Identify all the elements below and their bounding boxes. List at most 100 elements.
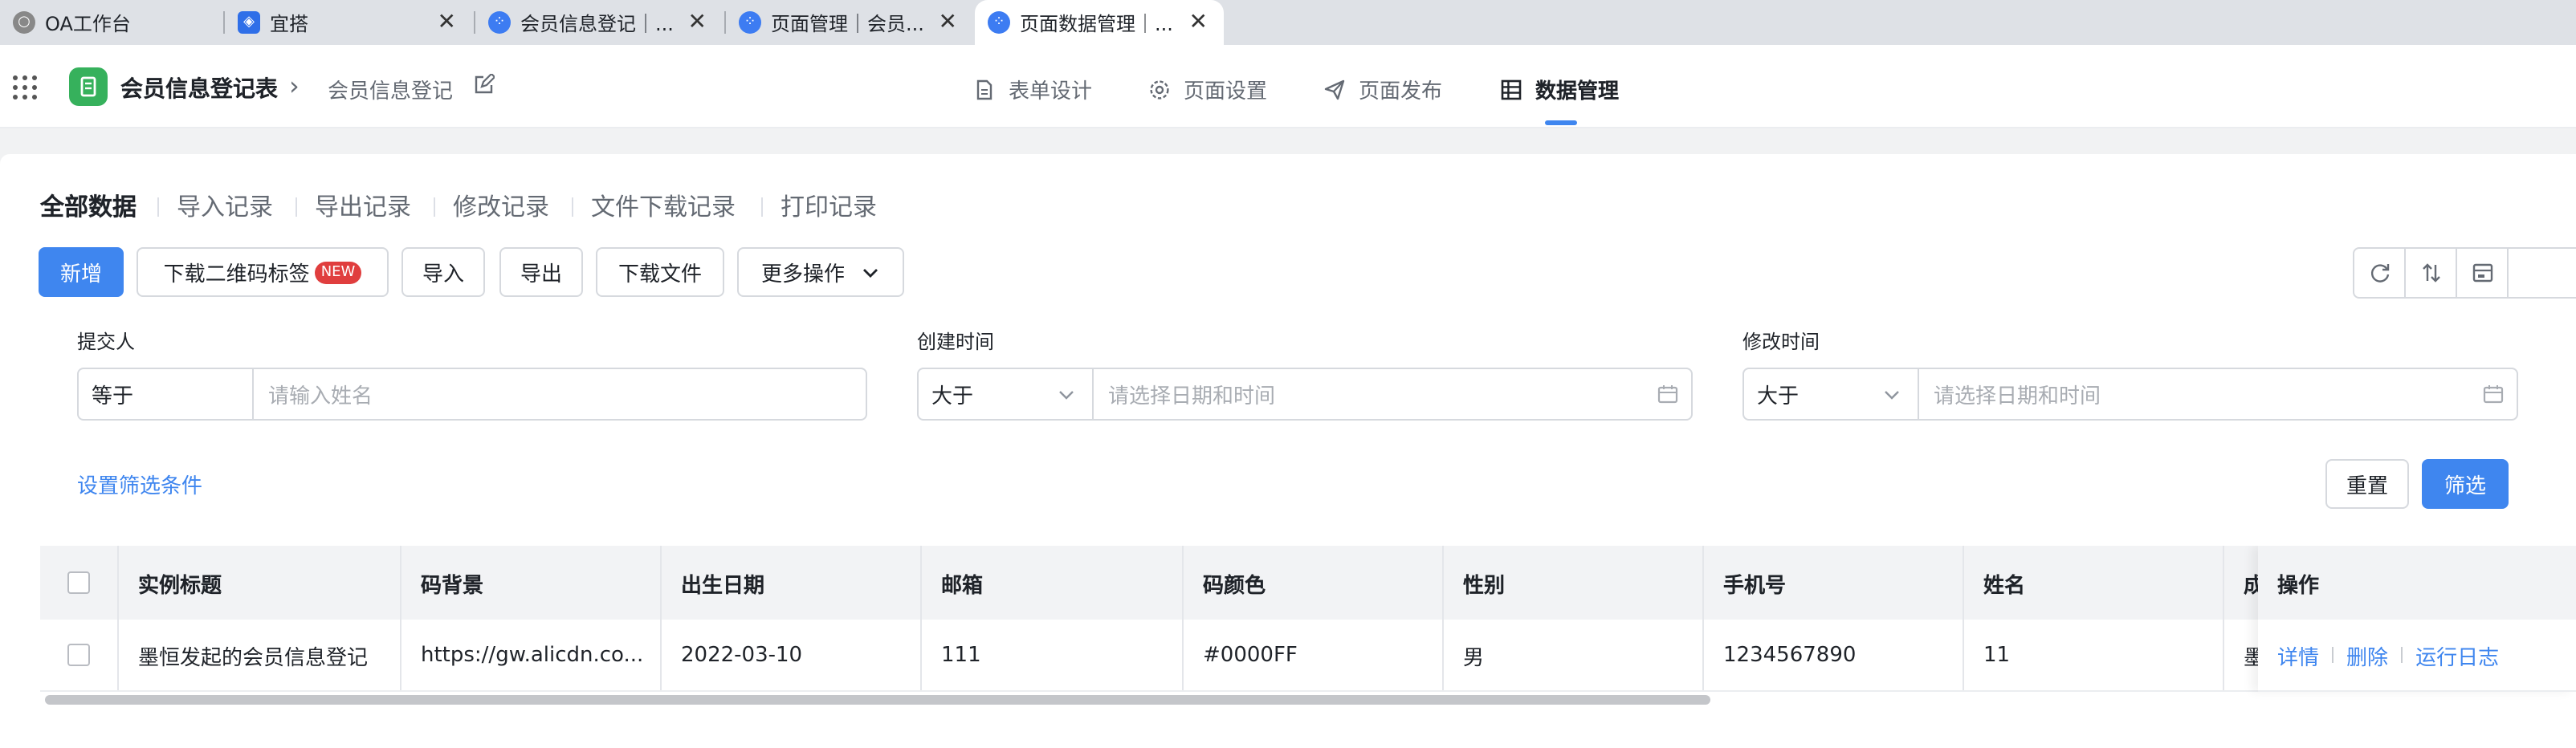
subtab-modify-records[interactable]: 修改记录 — [453, 189, 549, 223]
filter-button[interactable]: 筛选 — [2422, 459, 2509, 509]
apps-grid-icon[interactable] — [13, 75, 39, 101]
reset-button[interactable]: 重置 — [2325, 459, 2409, 509]
column-header[interactable]: 码颜色 — [1184, 546, 1444, 620]
table-cell: 111 — [922, 620, 1184, 690]
nav-label: 页面发布 — [1359, 80, 1443, 104]
column-header[interactable]: 出生日期 — [662, 546, 922, 620]
column-header[interactable]: 邮箱 — [922, 546, 1184, 620]
browser-tab-member-register[interactable]: ⁘ 会员信息登记｜... ✕ — [475, 0, 723, 45]
browser-tab-label: 页面数据管理｜... — [1020, 12, 1173, 35]
table-cell: #0000FF — [1184, 620, 1444, 690]
import-button[interactable]: 导入 — [401, 247, 485, 297]
form-title[interactable]: 会员信息登记表 — [120, 72, 278, 104]
more-actions-label: 更多操作 — [760, 263, 845, 287]
created-filter: 大于 请选择日期和时间 — [917, 368, 1693, 421]
nav-label: 数据管理 — [1535, 80, 1620, 104]
run-log-link[interactable]: 运行日志 — [2415, 640, 2499, 670]
app-grid-icon: ⁘ — [988, 11, 1010, 34]
table-cell: https://gw.alicdn.co... — [401, 620, 662, 690]
nav-data-manage[interactable]: 数据管理 — [1500, 74, 1619, 104]
browser-tab-data-manage[interactable]: ⁘ 页面数据管理｜... ✕ — [975, 0, 1224, 45]
subtab-all-data[interactable]: 全部数据 — [40, 189, 137, 223]
instance-title-link[interactable]: 墨恒发起的会员信息登记 — [119, 620, 401, 690]
subtab-divider — [157, 197, 159, 217]
browser-tab-label: OA工作台 — [45, 12, 131, 35]
refresh-button[interactable] — [2354, 249, 2406, 297]
detail-link[interactable]: 详情 — [2277, 640, 2319, 670]
set-filter-conditions-link[interactable]: 设置筛选条件 — [77, 469, 202, 499]
export-button[interactable]: 导出 — [499, 247, 583, 297]
close-icon[interactable]: ✕ — [688, 10, 707, 35]
table-cell: 2022-03-10 — [662, 620, 922, 690]
app-header: 会员信息登记表 › 会员信息登记 表单设计 页面设置 页面发布 数据管理 — [0, 45, 2576, 128]
browser-tab-yida[interactable]: ◈ 宜搭 ✕ — [225, 0, 472, 45]
table-tools — [2353, 247, 2576, 299]
chevron-down-icon — [863, 268, 878, 277]
refresh-icon — [2370, 264, 2389, 283]
action-divider — [2332, 647, 2334, 663]
subtab-divider — [434, 197, 435, 217]
column-header[interactable]: 实例标题 — [119, 546, 401, 620]
table-row[interactable]: 墨恒发起的会员信息登记 https://gw.alicdn.co... 2022… — [40, 620, 2576, 692]
column-header[interactable]: 性别 — [1444, 546, 1704, 620]
submitter-input[interactable]: 请输入姓名 — [254, 369, 866, 419]
sort-icon — [2422, 263, 2439, 283]
subtab-divider — [572, 197, 573, 217]
edit-icon[interactable] — [472, 74, 495, 96]
table-cell: 1234567890 — [1704, 620, 1964, 690]
select-all-cell — [40, 546, 119, 620]
created-datetime-input[interactable]: 请选择日期和时间 — [1094, 369, 1691, 419]
app-root: ○ OA工作台 ◈ 宜搭 ✕ ⁘ 会员信息登记｜... ✕ ⁘ 页面管理｜会员.… — [0, 0, 2576, 748]
subtab-file-download-records[interactable]: 文件下载记录 — [591, 189, 736, 223]
subtab-print-records[interactable]: 打印记录 — [781, 189, 877, 223]
submitter-operator-select[interactable]: 等于 — [79, 369, 254, 419]
subtab-import-records[interactable]: 导入记录 — [177, 189, 273, 223]
modified-operator-select[interactable]: 大于 — [1744, 369, 1919, 419]
nav-page-publish[interactable]: 页面发布 — [1323, 74, 1442, 104]
save-view-button[interactable] — [2457, 249, 2509, 297]
browser-tab-oa[interactable]: ○ OA工作台 — [0, 0, 222, 45]
column-header[interactable]: 姓名 — [1964, 546, 2224, 620]
operations-column: 操作 详情 删除 运行日志 — [2258, 546, 2576, 692]
nav-label: 页面设置 — [1184, 80, 1268, 104]
row-actions: 详情 删除 运行日志 — [2258, 620, 2576, 692]
browser-tab-label: 会员信息登记｜... — [520, 12, 674, 35]
add-button[interactable]: 新增 — [39, 247, 124, 297]
close-icon[interactable]: ✕ — [1189, 10, 1208, 35]
column-header[interactable]: 手机号 — [1704, 546, 1964, 620]
created-operator-value: 大于 — [931, 385, 974, 409]
file-icon — [976, 79, 992, 100]
chevron-right-icon: › — [289, 71, 300, 101]
app-grid-icon: ⁘ — [739, 11, 761, 34]
close-icon[interactable]: ✕ — [939, 10, 957, 35]
page-name: 会员信息登记 — [328, 80, 454, 104]
select-all-checkbox[interactable] — [67, 571, 90, 594]
data-table: 实例标题 码背景 出生日期 邮箱 码颜色 性别 手机号 姓名 成 墨恒发起的会员… — [40, 546, 2576, 706]
oa-icon: ○ — [13, 11, 35, 34]
nav-page-settings[interactable]: 页面设置 — [1148, 74, 1267, 104]
created-filter-label: 创建时间 — [917, 331, 995, 353]
horizontal-scrollbar[interactable] — [45, 695, 1710, 705]
download-qr-button[interactable]: 下载二维码标签 NEW — [137, 247, 389, 297]
data-panel: 全部数据 导入记录 导出记录 修改记录 文件下载记录 打印记录 新增 下载二维码… — [0, 154, 2576, 748]
column-header[interactable]: 码背景 — [401, 546, 662, 620]
table-header: 实例标题 码背景 出生日期 邮箱 码颜色 性别 手机号 姓名 成 — [40, 546, 2576, 620]
download-file-button[interactable]: 下载文件 — [596, 247, 724, 297]
nav-form-design[interactable]: 表单设计 — [973, 74, 1092, 104]
operations-header: 操作 — [2258, 546, 2576, 620]
row-checkbox[interactable] — [67, 644, 90, 666]
modified-datetime-input[interactable]: 请选择日期和时间 — [1919, 369, 2517, 419]
browser-tab-page-manage[interactable]: ⁘ 页面管理｜会员... ✕ — [726, 0, 973, 45]
close-icon[interactable]: ✕ — [438, 10, 456, 35]
delete-link[interactable]: 删除 — [2346, 640, 2388, 670]
more-actions-button[interactable]: 更多操作 — [737, 247, 904, 297]
calendar-icon — [1657, 385, 1678, 404]
subtab-export-records[interactable]: 导出记录 — [315, 189, 411, 223]
row-select-cell — [40, 620, 119, 690]
table-cell: 11 — [1964, 620, 2224, 690]
modified-operator-value: 大于 — [1757, 385, 1800, 409]
created-operator-select[interactable]: 大于 — [919, 369, 1094, 419]
form-app-icon — [69, 67, 108, 106]
sort-button[interactable] — [2406, 249, 2457, 297]
chevron-down-icon — [1885, 391, 1899, 400]
